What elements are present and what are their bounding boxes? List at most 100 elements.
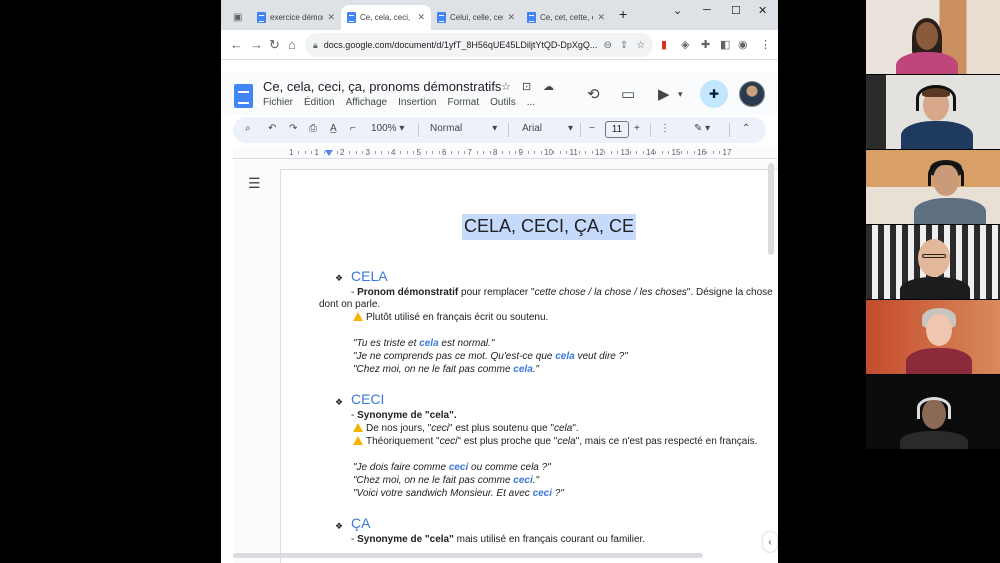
bookmark-bar	[221, 60, 778, 73]
history-icon[interactable]: ⟲	[587, 85, 600, 103]
share-button[interactable]: ✚	[700, 80, 728, 108]
tab-search-icon-glyph: ▣	[233, 12, 243, 23]
puzzle-icon[interactable]: ✚	[701, 38, 710, 51]
menu-outils[interactable]: Outils	[490, 97, 516, 108]
menu-edition[interactable]: Édition	[304, 97, 335, 108]
person-body	[914, 198, 986, 224]
decrease-font-size-button[interactable]: −	[589, 123, 595, 134]
extension-icon[interactable]: ▮	[661, 38, 667, 51]
menu-insertion[interactable]: Insertion	[398, 97, 436, 108]
chevron-down-icon: ▾	[492, 123, 498, 134]
star-icon[interactable]: ☆	[501, 80, 511, 93]
close-icon[interactable]: ✕	[507, 12, 515, 23]
meet-icon[interactable]: ▶	[658, 85, 670, 103]
minimize-button[interactable]: ─	[703, 4, 711, 16]
more-icon[interactable]: ⋮	[760, 38, 771, 51]
close-icon[interactable]: ✕	[327, 12, 335, 23]
tab-ce-cet[interactable]: Ce, cet, cette, ces ✕	[521, 5, 611, 30]
ceci-example-1: "Je dois faire comme ceci ou comme cela …	[353, 462, 551, 473]
undo-icon[interactable]: ↶	[268, 123, 276, 134]
ceci-example-3: "Voici votre sandwich Monsieur. Et avec …	[353, 488, 564, 499]
menu-more[interactable]: ...	[527, 97, 535, 108]
participant-tile[interactable]	[866, 75, 1000, 149]
close-icon[interactable]: ✕	[417, 12, 425, 23]
ruler-tick	[559, 151, 561, 154]
tab-search-button[interactable]: ⌄	[673, 4, 682, 17]
forward-icon[interactable]: →	[250, 37, 263, 52]
cela-note: Plutôt utilisé en français écrit ou sout…	[353, 312, 548, 323]
zoom-select[interactable]: 100% ▾	[371, 123, 404, 134]
tab-title: Celui, celle, ceux, celles	[450, 13, 503, 22]
ruler-tick	[617, 151, 619, 154]
participant-tile[interactable]	[866, 0, 1000, 74]
style-select[interactable]: Normal ▾	[430, 123, 497, 134]
person-body	[900, 431, 968, 449]
participant-tile[interactable]	[866, 300, 1000, 374]
shield-icon[interactable]: ◈	[681, 38, 689, 51]
redo-icon[interactable]: ↷	[289, 123, 297, 134]
vertical-scrollbar[interactable]	[768, 163, 774, 255]
maximize-button[interactable]: ☐	[731, 4, 741, 17]
menu-affichage[interactable]: Affichage	[346, 97, 388, 108]
text-run-bold: Synonyme de "cela"	[357, 534, 454, 545]
menu-fichier[interactable]: Fichier	[263, 97, 293, 108]
avatar[interactable]	[739, 81, 765, 107]
font-select[interactable]: Arial ▾	[522, 123, 573, 134]
increase-font-size-button[interactable]: +	[634, 123, 640, 134]
docs-logo-icon[interactable]	[234, 84, 253, 108]
tab-title: Ce, cet, cette, ces	[540, 13, 593, 22]
document-title[interactable]: Ce, cela, ceci, ça, pronoms démonstratif…	[263, 79, 501, 94]
move-folder-icon[interactable]: ⊡	[522, 80, 531, 93]
participant-tile[interactable]	[866, 375, 1000, 449]
menu-format[interactable]: Format	[447, 97, 479, 108]
ruler-tick	[566, 151, 568, 154]
tab-search-icon[interactable]: ▣	[227, 5, 249, 30]
zoom-icon[interactable]: ⊖	[603, 40, 611, 51]
lock-icon: 🔒︎	[313, 39, 318, 50]
tab-celui[interactable]: Celui, celle, ceux, celles ✕	[431, 5, 521, 30]
close-window-button[interactable]: ✕	[758, 4, 767, 17]
new-tab-button[interactable]: +	[619, 6, 627, 22]
profile-icon[interactable]: ◉	[738, 38, 748, 51]
bookmark-star-icon[interactable]: ☆	[636, 40, 645, 51]
paint-format-icon[interactable]: ⌐	[350, 123, 356, 134]
document-heading[interactable]: CELA, CECI, ÇA, CE	[462, 214, 637, 240]
more-icon[interactable]: ⋮	[660, 123, 670, 134]
tab-title: exercice démonstratifs	[270, 13, 323, 22]
horizontal-scrollbar[interactable]	[233, 553, 703, 558]
print-icon[interactable]: ⎙	[309, 123, 317, 134]
text-run: "Je ne comprends pas ce mot. Qu'est-ce q…	[353, 351, 556, 362]
ruler-number: 15	[671, 148, 681, 157]
share-icon[interactable]: ⇪	[620, 40, 628, 51]
outline-icon[interactable]: ☰	[248, 175, 261, 192]
docs-header: Ce, cela, ceci, ça, pronoms démonstratif…	[221, 73, 778, 115]
comment-icon[interactable]: ▭	[621, 85, 635, 103]
participant-tile[interactable]	[866, 225, 1000, 299]
sidebar-icon[interactable]: ◧	[720, 38, 730, 51]
chevron-down-icon[interactable]: ▾	[678, 89, 683, 100]
ruler-tick	[578, 151, 580, 154]
home-icon[interactable]: ⌂	[288, 37, 296, 52]
font-size-input[interactable]: 11	[605, 121, 629, 138]
person-body	[900, 277, 970, 299]
warning-icon	[353, 436, 363, 445]
text-run-highlight: ceci	[532, 488, 553, 499]
side-panel-toggle[interactable]: ‹	[763, 532, 777, 552]
text-run: "Tu es triste et	[353, 338, 420, 349]
url-input[interactable]: 🔒︎ docs.google.com/document/d/1yfT_8H56q…	[305, 33, 653, 57]
ruler-number: 4	[391, 148, 396, 157]
reload-icon[interactable]: ↻	[269, 37, 280, 53]
back-icon[interactable]: ←	[230, 37, 243, 52]
indent-marker[interactable]	[325, 150, 333, 156]
editing-mode-icon[interactable]: ✎ ▾	[694, 123, 710, 134]
tab-exercice[interactable]: exercice démonstratifs ✕	[251, 5, 341, 30]
close-icon[interactable]: ✕	[597, 12, 605, 23]
participant-tile[interactable]	[866, 150, 1000, 224]
search-icon[interactable]: ⌕	[245, 123, 251, 134]
text-run: veut dire ?"	[574, 351, 628, 362]
docs-icon	[437, 12, 446, 23]
cloud-icon[interactable]: ☁	[543, 80, 554, 93]
tab-ce-cela[interactable]: Ce, cela, ceci, ça, pronoms démonstratif…	[341, 5, 431, 30]
collapse-menus-icon[interactable]: ⌃	[742, 123, 750, 134]
spellcheck-icon[interactable]: A̲	[330, 123, 337, 134]
